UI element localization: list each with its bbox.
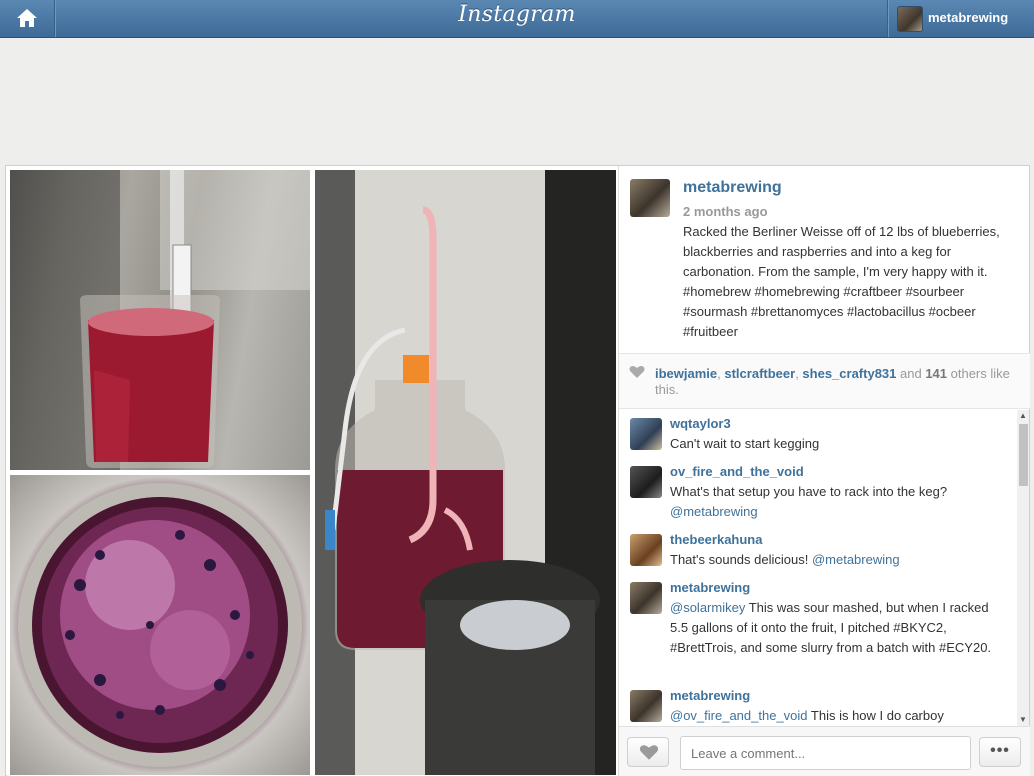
scroll-down-arrow-icon[interactable]: ▼ (1017, 714, 1029, 726)
comment-text: @ov_fire_and_the_void This is how I do c… (670, 708, 944, 723)
commenter-avatar[interactable] (630, 690, 662, 722)
comment-text: Can't wait to start kegging (670, 436, 820, 451)
scrollbar-thumb[interactable] (1019, 424, 1028, 486)
commenter-username[interactable]: metabrewing (670, 688, 750, 703)
post-card: metabrewing 2 months ago Racked the Berl… (5, 165, 1030, 776)
comment-text: What's that setup you have to rack into … (670, 484, 948, 519)
commenter-avatar[interactable] (630, 466, 662, 498)
comment-bar: ••• (619, 726, 1030, 776)
post-timestamp[interactable]: 2 months ago (683, 204, 768, 219)
mention-link[interactable]: @ov_fire_and_the_void (670, 708, 808, 723)
user-menu[interactable]: metabrewing (887, 0, 1034, 37)
scroll-up-arrow-icon[interactable]: ▲ (1017, 410, 1029, 422)
commenter-username[interactable]: ov_fire_and_the_void (670, 464, 804, 479)
commenter-username[interactable]: thebeerkahuna (670, 532, 762, 547)
home-icon (17, 9, 37, 27)
comments-list[interactable]: wqtaylor3 Can't wait to start kegging ov… (619, 410, 1030, 725)
post-photo[interactable] (7, 167, 618, 776)
comments-scrollbar[interactable]: ▲ ▼ (1017, 410, 1029, 726)
likes-count[interactable]: 141 (925, 366, 947, 381)
commenter-avatar[interactable] (630, 418, 662, 450)
liker-link[interactable]: stlcraftbeer (724, 366, 795, 381)
home-button[interactable] (0, 0, 55, 37)
commenter-avatar[interactable] (630, 582, 662, 614)
top-navigation-bar: Instagram metabrewing (0, 0, 1034, 38)
like-button[interactable] (627, 737, 669, 767)
liker-link[interactable]: shes_crafty831 (802, 366, 896, 381)
photo-glass-hydrometer (10, 170, 310, 470)
comment-text: That's sounds delicious! @metabrewing (670, 552, 900, 567)
heart-icon (639, 745, 659, 760)
likes-section: ibewjamie, stlcraftbeer, shes_crafty831 … (619, 353, 1030, 409)
post-caption: Racked the Berliner Weisse off of 12 lbs… (683, 224, 1000, 339)
more-options-button[interactable]: ••• (979, 737, 1021, 767)
liker-link[interactable]: ibewjamie (655, 366, 717, 381)
instagram-logo[interactable]: Instagram (0, 2, 1034, 27)
author-avatar[interactable] (630, 179, 670, 217)
commenter-username[interactable]: wqtaylor3 (670, 416, 731, 431)
header-username: metabrewing (928, 10, 1009, 25)
mention-link[interactable]: @metabrewing (812, 552, 900, 567)
mention-link[interactable]: @metabrewing (670, 504, 758, 519)
post-details-panel: metabrewing 2 months ago Racked the Berl… (618, 166, 1030, 776)
user-avatar (897, 6, 923, 32)
mention-link[interactable]: @solarmikey (670, 600, 745, 615)
comment-input[interactable] (680, 736, 971, 770)
author-username[interactable]: metabrewing (683, 179, 782, 197)
comment-text: @solarmikey This was sour mashed, but wh… (670, 600, 992, 655)
commenter-avatar[interactable] (630, 534, 662, 566)
photo-fermenter-berries (10, 475, 310, 775)
likes-text: ibewjamie, stlcraftbeer, shes_crafty831 … (655, 366, 1010, 397)
heart-icon (629, 366, 645, 378)
photo-carboy-keg (315, 170, 616, 775)
commenter-username[interactable]: metabrewing (670, 580, 750, 595)
